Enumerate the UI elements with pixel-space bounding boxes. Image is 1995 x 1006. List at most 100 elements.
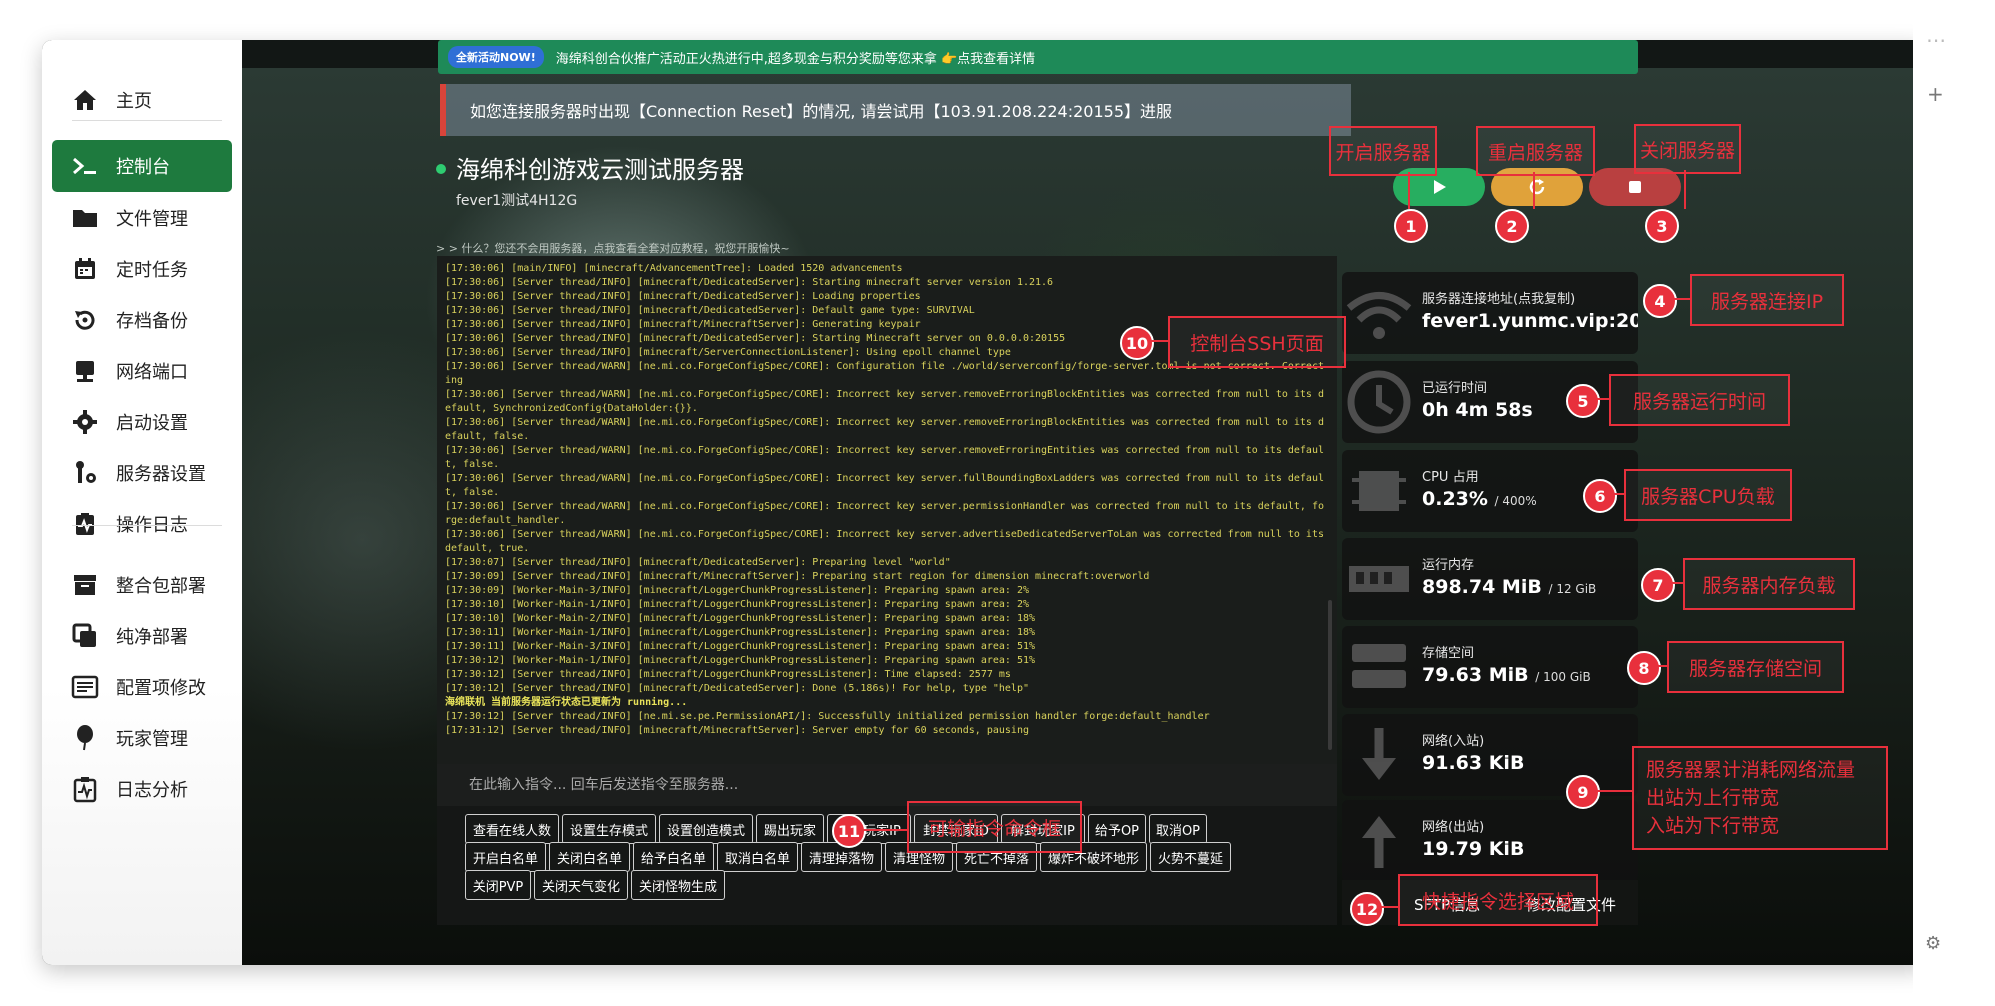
wifi-icon [1344,278,1414,348]
play-icon [1434,180,1446,194]
annotation-label-7: 服务器内存负载 [1683,558,1855,610]
quick-command-button[interactable]: 设置创造模式 [659,814,753,844]
console-line: [17:30:12] [Worker-Main-1/INFO] [minecra… [445,655,1036,666]
quick-command-button[interactable]: 关闭天气变化 [534,870,628,900]
tutorial-hint-link[interactable]: > > 什么？您还不会用服务器，点我查看全套对应教程，祝您开服愉快~ [436,240,790,256]
sidebar-item-9[interactable]: 操作日志 [52,498,232,550]
quick-command-button[interactable]: 查看在线人数 [465,814,559,844]
annotation-number-7: 7 [1641,568,1675,602]
sidebar-item-6[interactable]: 网络端口 [52,345,232,397]
clock-icon [1344,367,1414,437]
sidebar-item-8[interactable]: 服务器设置 [52,447,232,499]
network-icon [68,354,102,388]
stat-value-main: 0h 4m 58s [1422,399,1533,421]
quick-command-button[interactable]: 关闭怪物生成 [631,870,725,900]
sidebar-item-5[interactable]: 存档备份 [52,294,232,346]
stat-label: 服务器连接地址(点我复制) [1422,292,1576,307]
annotation-label-12: 快捷指令选择区域 [1398,874,1598,926]
quick-commands-area: 查看在线人数 设置生存模式 设置创造模式 踢出玩家 封禁玩家IP 封禁玩家ID 解封玩家IP… [437,806,1337,925]
wrench-icon [68,456,102,490]
annotation-connector [1596,790,1632,792]
stat-label: 网络(入站) [1422,734,1485,749]
console-line: [17:30:12] [Server thread/INFO] [ne.mi.s… [445,711,1210,722]
stat-value-main: 79.63 MiB [1422,664,1529,686]
sidebar-item-label: 控制台 [116,157,170,178]
console-line: [17:30:06] [main/INFO] [minecraft/Advanc… [445,263,903,274]
calendar-icon [68,252,102,286]
sidebar-divider [72,525,222,526]
quick-command-button[interactable]: 踢出玩家 [756,814,824,844]
stat-value-main: 19.79 KiB [1422,838,1525,860]
plus-icon[interactable]: + [1927,82,1944,106]
sidebar-item-11[interactable]: 纯净部署 [52,610,232,662]
quick-command-button[interactable]: 开启白名单 [465,842,546,872]
annotation-number-11: 11 [832,814,866,848]
sidebar-item-7[interactable]: 启动设置 [52,396,232,448]
console-line: [17:30:06] [Server thread/WARN] [ne.mi.c… [445,501,1324,526]
copy-icon [68,619,102,653]
annotation-label-5: 服务器运行时间 [1609,374,1790,426]
more-icon[interactable]: ⋯ [1926,28,1946,52]
annotation-number-3: 3 [1645,209,1679,243]
stat-value: fever1.yunmc.vip:201... [1422,310,1638,332]
upload-icon [1344,806,1414,876]
quick-command-button[interactable]: 关闭白名单 [549,842,630,872]
settings-icon[interactable]: ⚙ [1925,933,1941,954]
quick-command-button[interactable]: 设置生存模式 [562,814,656,844]
annotation-number-8: 8 [1627,651,1661,685]
sidebar-item-1[interactable]: 主页 [52,74,232,126]
quick-command-button[interactable]: 给予白名单 [633,842,714,872]
sidebar: 主页控制台文件管理定时任务 存档备份 网络端口启动设置服务器设置 操作日志整合包部署纯… [42,40,242,965]
console-scrollbar[interactable] [1328,600,1332,750]
quick-command-button[interactable]: 取消白名单 [717,842,798,872]
refresh-icon [1529,179,1545,195]
stat-value: 91.63 KiB [1422,752,1524,774]
sidebar-item-3[interactable]: 文件管理 [52,192,232,244]
quick-command-button[interactable]: 火势不蔓延 [1150,842,1231,872]
annotation-connector [1150,340,1168,342]
stat-label: 网络(出站) [1422,820,1485,835]
stat-label: 已运行时间 [1422,381,1488,396]
console-line: [17:30:06] [Server thread/WARN] [ne.mi.c… [445,417,1324,442]
promo-badge: 全新活动NOW! [448,46,544,68]
sidebar-item-13[interactable]: 玩家管理 [52,712,232,764]
annotation-connector [1596,398,1609,400]
quick-command-button[interactable]: 取消OP [1149,814,1207,844]
console-line: [17:30:07] [Server thread/INFO] [minecra… [445,557,951,568]
sidebar-item-label: 日志分析 [116,780,188,801]
analysis-icon [68,772,102,806]
console-line: [17:30:12] [Server thread/INFO] [minecra… [445,669,1011,680]
console-line: [17:30:06] [Server thread/INFO] [minecra… [445,291,921,302]
annotation-connector [1671,582,1683,584]
sidebar-item-4[interactable]: 定时任务 [52,243,232,295]
stat-value-max: / 100 GiB [1535,670,1591,684]
list-icon [68,670,102,704]
home-icon [68,83,102,117]
sidebar-item-10[interactable]: 整合包部署 [52,559,232,611]
sidebar-item-label: 整合包部署 [116,576,206,597]
quick-command-button[interactable]: 给予OP [1088,814,1146,844]
console-line: [17:30:11] [Worker-Main-3/INFO] [minecra… [445,641,1036,652]
sidebar-item-label: 启动设置 [116,413,188,434]
annotation-label-6: 服务器CPU负载 [1624,469,1792,521]
sidebar-item-12[interactable]: 配置项修改 [52,661,232,713]
server-subtitle: fever1测试4H12G [456,193,578,209]
console-line: [17:30:09] [Server thread/INFO] [minecra… [445,571,1150,582]
promo-text: 海绵科创合伙推广活动正火热进行中,超多现金与积分奖励等您来拿 👉点我查看详情 [555,51,1036,67]
sidebar-item-label: 文件管理 [116,209,188,230]
annotation-number-5: 5 [1566,384,1600,418]
annotation-label-1: 开启服务器 [1329,126,1437,176]
command-input[interactable] [467,776,971,794]
annotation-number-2: 2 [1495,209,1529,243]
console-line: [17:30:06] [Server thread/WARN] [ne.mi.c… [445,529,1331,554]
stat-value: 0.23% / 400% [1422,488,1537,510]
annotation-connector [1408,172,1410,209]
stat-card[interactable]: 服务器连接地址(点我复制) fever1.yunmc.vip:201... [1342,272,1638,354]
quick-command-button[interactable]: 关闭PVP [465,870,531,900]
promo-banner[interactable]: 全新活动NOW! 海绵科创合伙推广活动正火热进行中,超多现金与积分奖励等您来拿 … [438,40,1638,74]
console-line: [17:30:12] [Server thread/INFO] [minecra… [445,683,1029,694]
stat-label: CPU 占用 [1422,470,1479,485]
server-title: 海绵科创游戏云测试服务器 [456,156,744,184]
sidebar-item-14[interactable]: 日志分析 [52,763,232,815]
sidebar-item-2[interactable]: 控制台 [52,140,232,192]
